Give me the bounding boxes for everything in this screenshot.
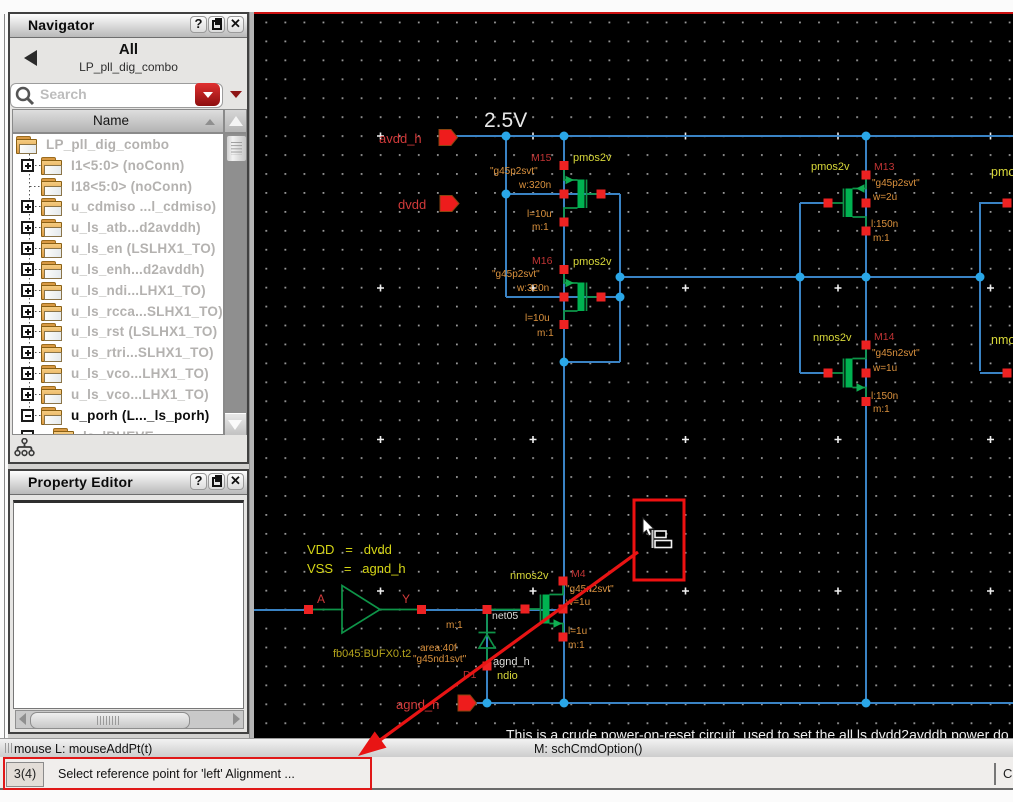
svg-text:pmos2v: pmos2v	[811, 161, 850, 173]
svg-text:agnd_h: agnd_h	[493, 656, 530, 668]
svg-text:m:1: m:1	[446, 620, 463, 631]
svg-text:area:40f: area:40f	[420, 643, 457, 654]
svg-text:l=1u: l=1u	[568, 626, 587, 637]
svg-text:"g45p2svt": "g45p2svt"	[490, 166, 538, 177]
svg-text:pmos2v: pmos2v	[573, 152, 612, 164]
svg-text:D1: D1	[463, 669, 477, 681]
svg-text:"g45nd1svt": "g45nd1svt"	[413, 654, 467, 665]
svg-text:m:1: m:1	[532, 222, 549, 233]
svg-text:avdd_h: avdd_h	[379, 131, 422, 146]
svg-text:M13: M13	[874, 161, 895, 173]
svg-text:l=10u: l=10u	[525, 313, 550, 324]
svg-text:w=1u: w=1u	[565, 597, 590, 608]
svg-text:l=10u: l=10u	[527, 209, 552, 220]
svg-text:w=1u: w=1u	[872, 363, 897, 374]
svg-text:l:150n: l:150n	[871, 391, 898, 402]
svg-text:"g45p2svt": "g45p2svt"	[492, 269, 540, 280]
svg-text:M14: M14	[874, 331, 895, 343]
svg-text:M16: M16	[532, 255, 553, 267]
svg-text:w:320n: w:320n	[516, 283, 549, 294]
svg-text:"g45n2svt": "g45n2svt"	[566, 584, 614, 595]
svg-text:nmos2v: nmos2v	[813, 332, 852, 344]
svg-text:fb045:BUFX0.t2: fb045:BUFX0.t2	[333, 648, 411, 660]
svg-text:M15: M15	[531, 152, 552, 164]
svg-text:M4: M4	[571, 568, 586, 580]
svg-text:ndio: ndio	[497, 670, 518, 682]
svg-text:net05: net05	[492, 610, 518, 622]
svg-text:This is a crude power-on-reset: This is a crude power-on-reset circuit, …	[506, 727, 1009, 739]
svg-text:VDD = dvdd: VDD = dvdd	[307, 542, 392, 557]
svg-text:l:150n: l:150n	[871, 219, 898, 230]
svg-text:"g45n2svt": "g45n2svt"	[872, 348, 920, 359]
svg-text:w=2u: w=2u	[872, 192, 897, 203]
svg-text:"g45p2svt": "g45p2svt"	[872, 178, 920, 189]
svg-text:m:1: m:1	[568, 640, 585, 651]
svg-text:w:320n: w:320n	[518, 180, 551, 191]
svg-text:m:1: m:1	[537, 328, 554, 339]
svg-text:nmo: nmo	[991, 333, 1013, 347]
svg-text:VSS = agnd_h: VSS = agnd_h	[307, 561, 406, 576]
svg-text:dvdd: dvdd	[398, 197, 426, 212]
svg-text:nmos2v: nmos2v	[510, 570, 549, 582]
svg-text:A: A	[317, 592, 325, 606]
svg-text:2.5V: 2.5V	[484, 109, 527, 132]
svg-text:Y: Y	[402, 592, 410, 606]
svg-text:pmos2v: pmos2v	[573, 256, 612, 268]
svg-text:m:1: m:1	[873, 233, 890, 244]
svg-text:m:1: m:1	[873, 404, 890, 415]
svg-text:pmo: pmo	[991, 165, 1013, 179]
svg-text:agnd_h: agnd_h	[396, 697, 439, 712]
